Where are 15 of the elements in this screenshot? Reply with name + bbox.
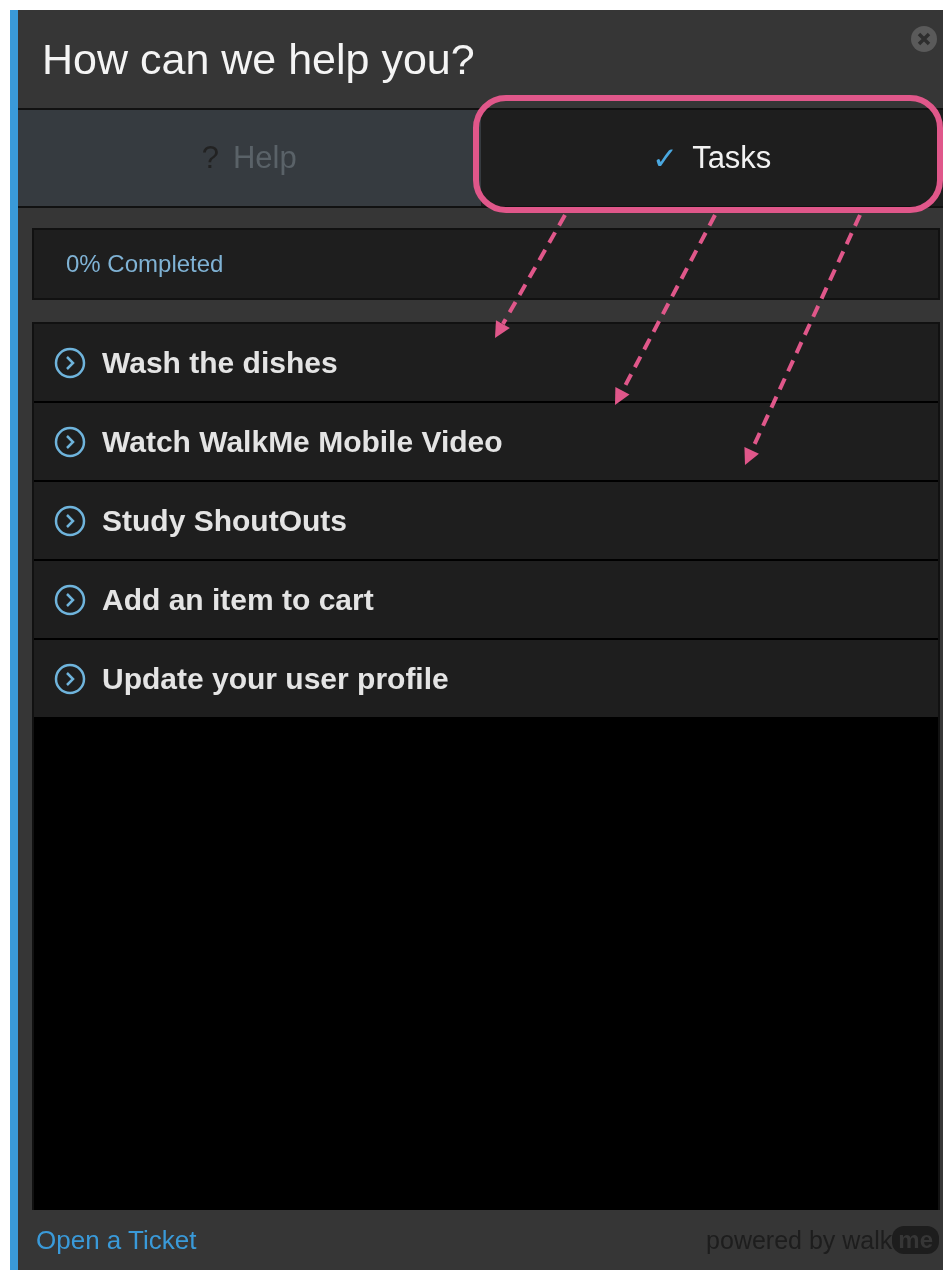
task-item[interactable]: Add an item to cart — [34, 561, 938, 638]
task-item[interactable]: Wash the dishes — [34, 324, 938, 401]
tab[interactable]: ✓ Tasks — [480, 110, 943, 206]
chevron-circle-icon — [54, 662, 86, 695]
chevron-circle-icon — [54, 425, 86, 458]
progress-text: 0% Completed — [66, 250, 224, 278]
close-icon[interactable] — [911, 26, 937, 52]
chevron-circle-icon — [54, 346, 86, 379]
task-item[interactable]: Watch WalkMe Mobile Video — [34, 403, 938, 480]
panel-title: How can we help you? — [42, 34, 475, 84]
open-ticket-link[interactable]: Open a Ticket — [36, 1224, 197, 1256]
task-item[interactable]: Study ShoutOuts — [34, 482, 938, 559]
chevron-circle-icon — [54, 583, 86, 616]
task-item[interactable]: Update your user profile — [34, 640, 938, 717]
chevron-circle-icon — [54, 504, 86, 537]
